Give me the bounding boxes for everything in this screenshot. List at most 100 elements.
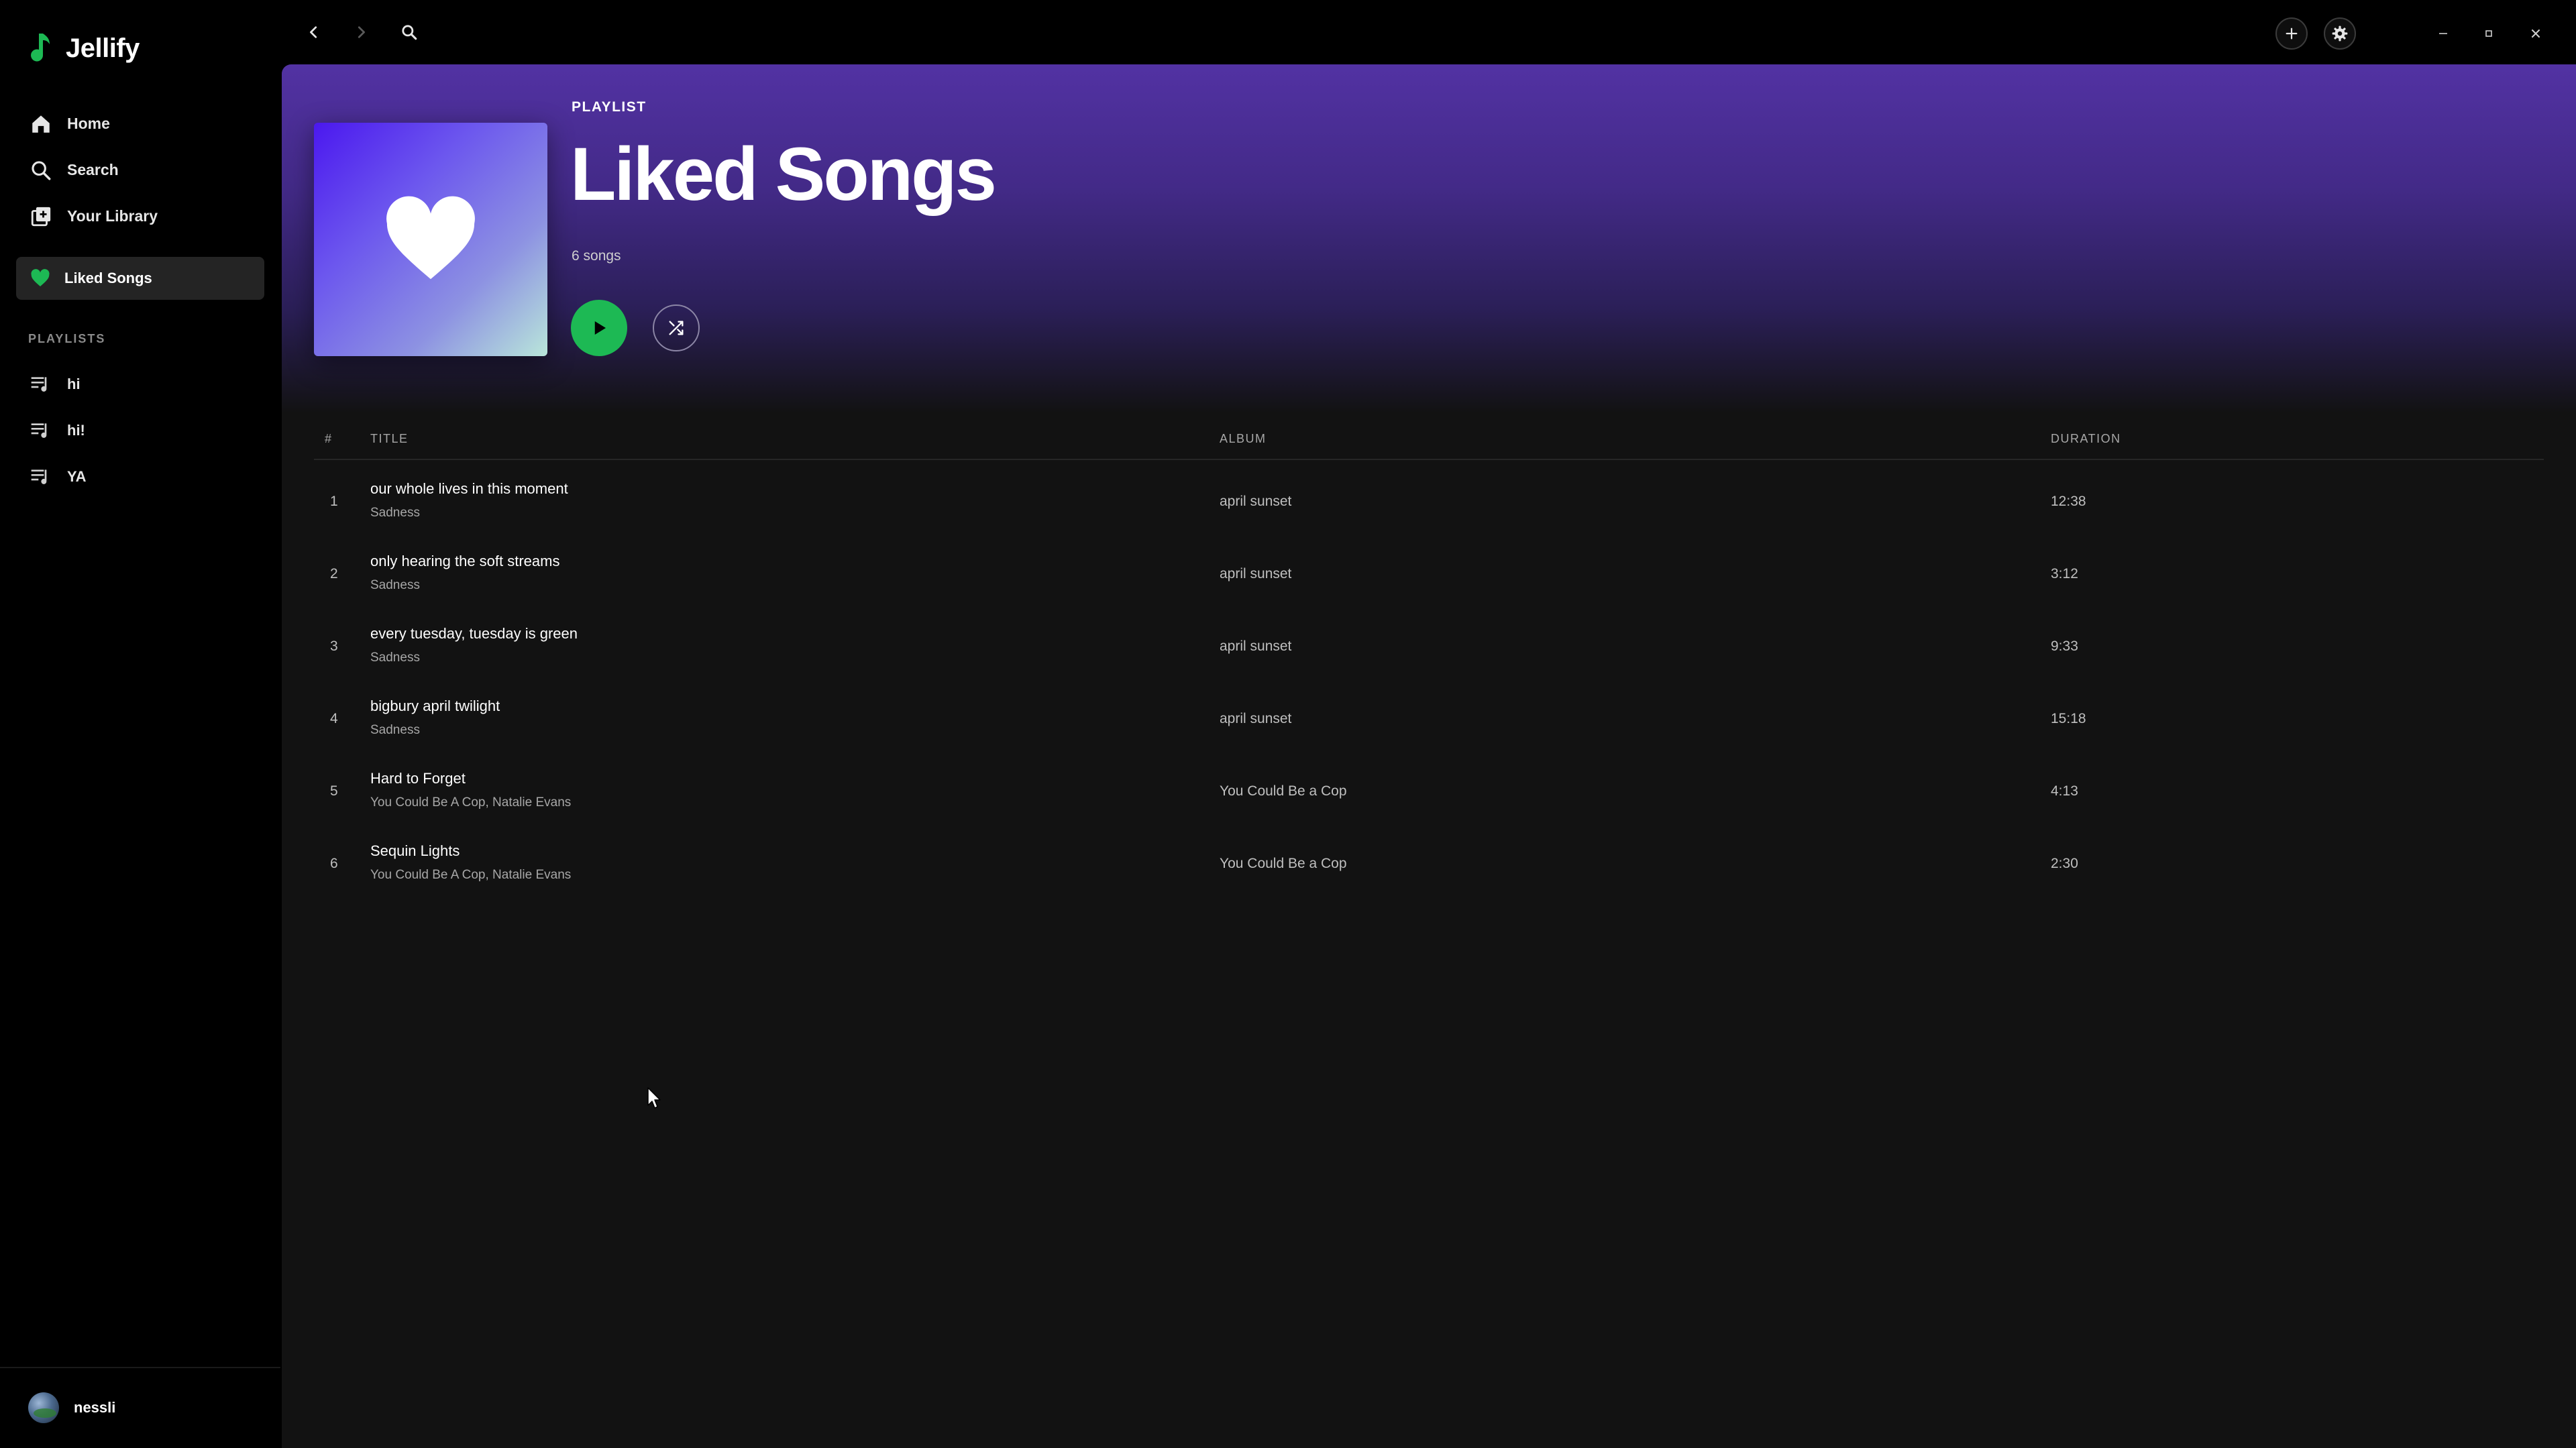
track-title: Hard to Forget <box>370 770 466 787</box>
table-row[interactable]: 4 bigbury april twilight Sadness april s… <box>314 683 2544 755</box>
track-duration: 12:38 <box>2051 494 2086 509</box>
sidebar-divider <box>0 1367 280 1368</box>
nav-search[interactable]: Search <box>16 147 264 193</box>
track-album[interactable]: april sunset <box>1220 638 1291 655</box>
app-name: Jellify <box>66 33 140 63</box>
playlist-label: hi <box>67 375 80 392</box>
track-album[interactable]: You Could Be a Cop <box>1220 783 1347 799</box>
play-button[interactable] <box>571 300 627 356</box>
main-content: PLAYLIST Liked Songs 6 songs # TITLE ALB… <box>282 64 2576 1448</box>
avatar <box>28 1392 59 1423</box>
track-number: 2 <box>330 566 338 581</box>
search-icon <box>32 160 51 180</box>
nav-library[interactable]: Your Library <box>16 193 264 239</box>
heart-icon <box>386 196 475 280</box>
app-logo[interactable]: Jellify <box>30 30 140 67</box>
search-button[interactable] <box>396 19 423 46</box>
back-icon <box>310 26 317 38</box>
plus-icon <box>2286 27 2298 40</box>
track-title: Sequin Lights <box>370 842 460 859</box>
track-duration: 9:33 <box>2051 638 2078 654</box>
close-button[interactable] <box>2522 20 2549 47</box>
playlist-cover <box>314 123 547 356</box>
track-number: 6 <box>330 856 338 871</box>
back-button[interactable] <box>301 19 327 46</box>
page-title: Liked Songs <box>570 132 997 216</box>
track-number: 3 <box>330 638 338 654</box>
nav-home[interactable]: Home <box>16 101 264 147</box>
search-icon <box>402 25 417 40</box>
maximize-icon <box>2485 30 2492 37</box>
track-number: 5 <box>330 783 338 799</box>
home-icon <box>32 115 50 133</box>
track-artist[interactable]: You Could Be A Cop, Natalie Evans <box>370 795 571 810</box>
nav-home-label: Home <box>67 115 110 132</box>
playlist-label: hi! <box>67 421 85 439</box>
sidebar-playlist-item[interactable]: YA <box>16 453 264 500</box>
music-note-icon <box>31 34 50 62</box>
track-title: every tuesday, tuesday is green <box>370 625 578 642</box>
track-duration: 3:12 <box>2051 566 2078 581</box>
track-title: only hearing the soft streams <box>370 553 560 569</box>
song-count: 6 songs <box>572 248 621 264</box>
minimize-button[interactable] <box>2430 20 2457 47</box>
maximize-button[interactable] <box>2475 20 2502 47</box>
nav-library-label: Your Library <box>67 207 158 225</box>
table-row[interactable]: 5 Hard to Forget You Could Be A Cop, Nat… <box>314 755 2544 828</box>
track-table-header: # TITLE ALBUM DURATION <box>314 420 2544 460</box>
track-title: bigbury april twilight <box>370 698 500 714</box>
playlist-header <box>282 64 2576 413</box>
shuffle-icon <box>669 321 684 335</box>
track-album[interactable]: You Could Be a Cop <box>1220 856 1347 872</box>
gear-icon <box>2332 25 2348 42</box>
playlist-icon <box>31 376 47 392</box>
track-duration: 2:30 <box>2051 856 2078 871</box>
main-nav: Home Search Your Library <box>16 101 264 239</box>
track-number: 1 <box>330 494 338 509</box>
track-duration: 15:18 <box>2051 711 2086 726</box>
library-icon <box>31 207 51 226</box>
shuffle-button[interactable] <box>653 304 700 351</box>
track-title: our whole lives in this moment <box>370 480 568 497</box>
track-album[interactable]: april sunset <box>1220 566 1291 582</box>
track-artist[interactable]: You Could Be A Cop, Natalie Evans <box>370 868 571 883</box>
nav-search-label: Search <box>67 161 119 178</box>
track-artist[interactable]: Sadness <box>370 506 420 520</box>
track-album[interactable]: april sunset <box>1220 711 1291 727</box>
mouse-cursor-icon <box>647 1087 661 1109</box>
table-row[interactable]: 6 Sequin Lights You Could Be A Cop, Nata… <box>314 828 2544 900</box>
settings-button[interactable] <box>2324 17 2356 50</box>
header-album[interactable]: ALBUM <box>1220 432 1267 446</box>
user-profile[interactable]: nessli <box>28 1392 115 1423</box>
track-artist[interactable]: Sadness <box>370 578 420 593</box>
track-artist[interactable]: Sadness <box>370 651 420 665</box>
playlist-label: YA <box>67 467 87 485</box>
playlist-list: hi hi! YA <box>16 361 264 500</box>
sidebar: Jellify Home Search Your Library Liked S… <box>0 0 280 1448</box>
forward-icon <box>358 26 365 38</box>
top-bar <box>280 0 2576 64</box>
playlist-icon <box>31 469 47 484</box>
playlist-icon <box>31 423 47 438</box>
table-row[interactable]: 1 our whole lives in this moment Sadness… <box>314 465 2544 538</box>
playlists-heading: PLAYLISTS <box>28 332 106 345</box>
sidebar-playlist-item[interactable]: hi <box>16 361 264 407</box>
header-number: # <box>325 432 333 445</box>
table-row[interactable]: 3 every tuesday, tuesday is green Sadnes… <box>314 610 2544 683</box>
sidebar-item-liked-label: Liked Songs <box>64 270 152 286</box>
heart-icon <box>31 269 50 286</box>
add-button[interactable] <box>2275 17 2308 50</box>
track-album[interactable]: april sunset <box>1220 494 1291 510</box>
user-name: nessli <box>74 1399 116 1416</box>
track-artist[interactable]: Sadness <box>370 723 420 738</box>
table-row[interactable]: 2 only hearing the soft streams Sadness … <box>314 538 2544 610</box>
play-icon <box>594 321 606 335</box>
close-icon <box>2531 29 2540 38</box>
track-duration: 4:13 <box>2051 783 2078 799</box>
sidebar-item-liked-songs[interactable]: Liked Songs <box>16 257 264 300</box>
header-duration[interactable]: DURATION <box>2051 432 2121 446</box>
minimize-icon <box>2439 33 2447 34</box>
forward-button[interactable] <box>347 19 374 46</box>
header-title[interactable]: TITLE <box>370 432 409 446</box>
sidebar-playlist-item[interactable]: hi! <box>16 407 264 453</box>
